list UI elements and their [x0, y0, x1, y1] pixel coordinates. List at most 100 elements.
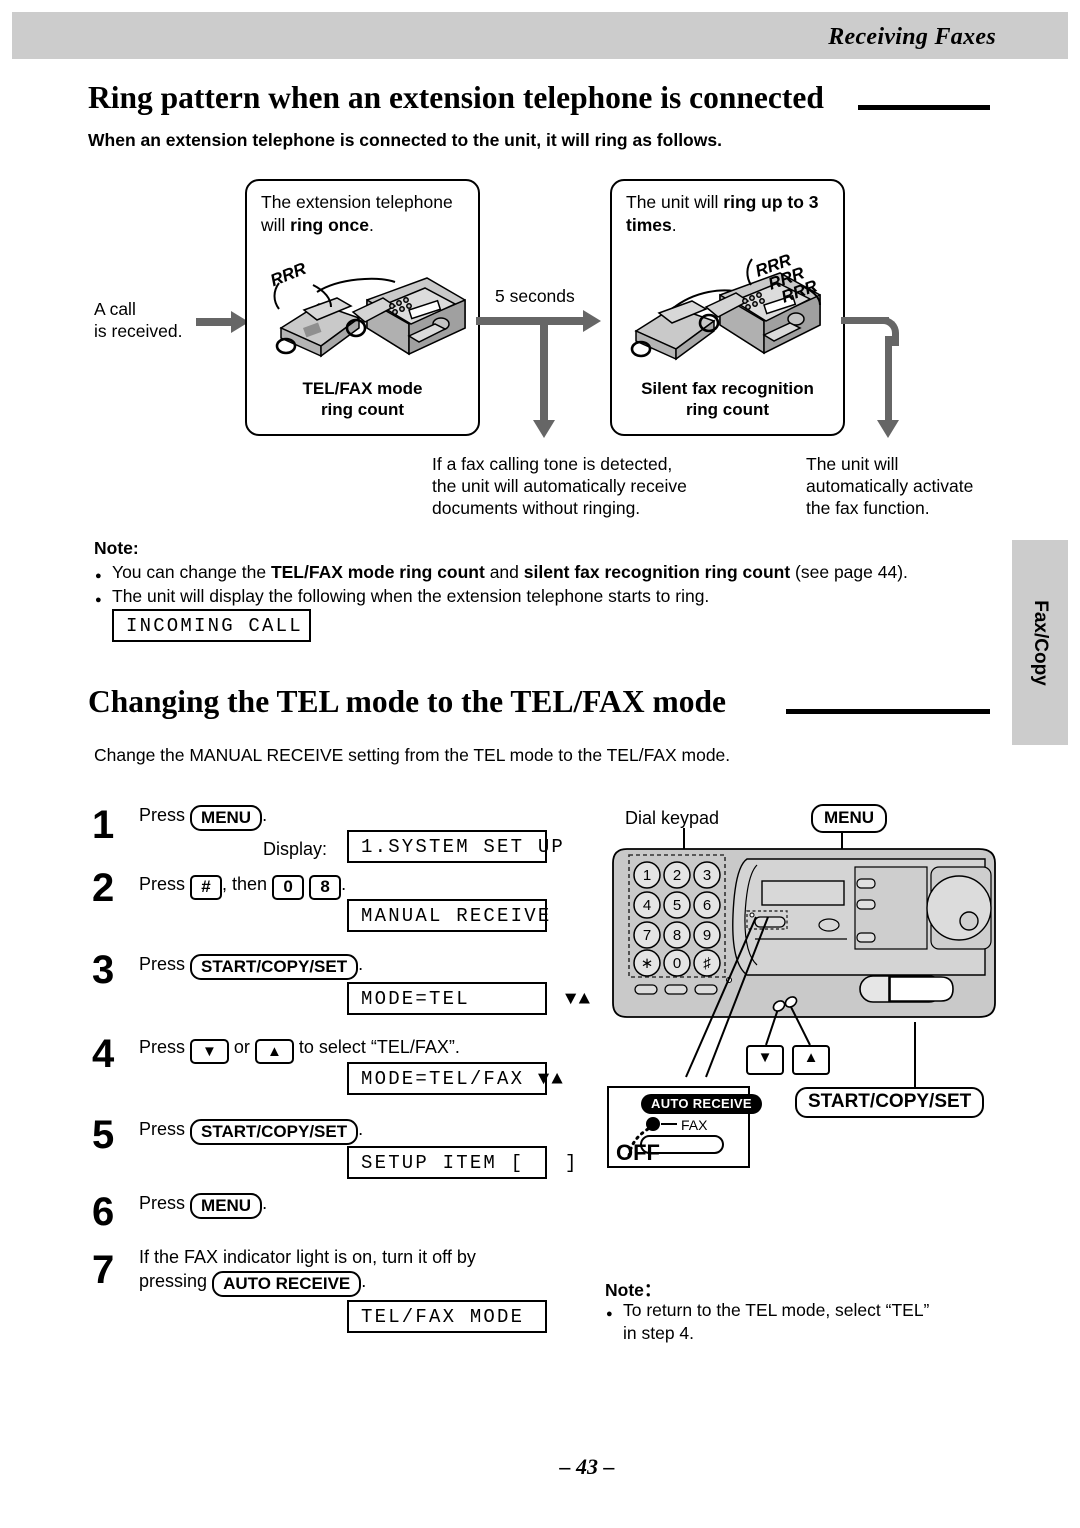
flow-arrow-shaft-down-left	[540, 317, 548, 424]
side-tab-fax-copy: Fax/Copy	[1012, 540, 1068, 745]
box2-caption-pre: The unit will	[626, 192, 724, 212]
note1-pre: You can change the	[112, 562, 271, 582]
menu-key-inline-2[interactable]: MENU	[190, 1193, 263, 1219]
outcome-right-text: The unit will automatically activate the…	[806, 454, 974, 518]
step-7-tail: .	[361, 1271, 367, 1291]
diagram-box-extension-ring: The extension telephone will ring once.	[245, 179, 480, 436]
lcd-step-5: SETUP ITEM [ ]	[347, 1146, 576, 1179]
lcd-step-3: MODE=TEL ▼▲	[347, 982, 590, 1015]
box2-caption-bold2: times	[626, 215, 672, 235]
side-tab-label: Fax/Copy	[1030, 599, 1051, 686]
manual-page: Receiving Faxes Ring pattern when an ext…	[0, 0, 1080, 1528]
step-3-text: Press START/COPY/SET.	[139, 952, 363, 980]
svg-text:6: 6	[703, 897, 711, 914]
section2-heading-rule	[786, 709, 990, 714]
box2-caption-bold1: ring up to 3	[723, 192, 819, 212]
section1-lead: When an extension telephone is connected…	[88, 130, 722, 150]
step-4-tail: to select “TEL/FAX”.	[298, 1037, 460, 1057]
box1-footer-line1: TEL/FAX mode	[302, 379, 423, 398]
step-1-text: Press MENU.	[139, 803, 267, 831]
step-4-press: Press	[139, 1037, 186, 1057]
box1-footer: TEL/FAX mode ring count	[247, 378, 478, 420]
note1-bold1: TEL/FAX mode ring count	[270, 562, 485, 582]
box1-caption-line2a: will	[261, 215, 291, 235]
step-1-tail: .	[262, 805, 268, 825]
step-3-press: Press	[139, 954, 186, 974]
lcd-step-2: MANUAL RECEIVE	[347, 899, 549, 932]
incoming-call-line1: A call	[94, 299, 136, 319]
step-4-text: Press ▼ or ▲ to select “TEL/FAX”.	[139, 1035, 460, 1064]
step-2-tail: .	[341, 874, 347, 894]
step-3-tail: .	[358, 954, 364, 974]
step-7-line1: If the FAX indicator light is on, turn i…	[139, 1247, 476, 1267]
box2-footer-line2: ring count	[685, 400, 770, 419]
step-3-number: 3	[92, 948, 115, 992]
step-1-press: Press	[139, 805, 186, 825]
up-arrow-key-inline[interactable]: ▲	[254, 1039, 294, 1064]
note1-post: (see page 44).	[790, 562, 908, 582]
flow-arrow-head-down-left	[533, 420, 555, 438]
menu-key-inline-1[interactable]: MENU	[190, 805, 263, 831]
start-copy-set-leader	[914, 1022, 916, 1088]
menu-callout[interactable]: MENU	[811, 804, 888, 833]
box2-ring-arcs	[746, 258, 821, 306]
auto-receive-label: AUTO RECEIVE	[641, 1094, 762, 1114]
box1-caption-tail: .	[368, 215, 374, 235]
incoming-call-label: A call is received.	[94, 298, 183, 342]
step-5-number: 5	[92, 1113, 115, 1157]
section2-note-bullet: To return to the TEL mode, select “TEL” …	[606, 1299, 929, 1345]
svg-text:5: 5	[673, 897, 681, 914]
step-4-mid: or	[233, 1037, 250, 1057]
svg-text:1: 1	[643, 867, 651, 884]
start-copy-set-callout[interactable]: START/COPY/SET	[795, 1087, 985, 1118]
svg-text:2: 2	[673, 867, 681, 884]
diagram-box-silent-fax: The unit will ring up to 3 times. RRR RR…	[610, 179, 845, 436]
auto-receive-key-inline[interactable]: AUTO RECEIVE	[212, 1271, 362, 1297]
svg-text:3: 3	[703, 867, 711, 884]
page-number-value: – 43 –	[559, 1454, 615, 1479]
hash-key-inline[interactable]: #	[190, 875, 223, 900]
lcd-step-1: 1.SYSTEM SET UP	[347, 830, 563, 863]
section2-intro: Change the MANUAL RECEIVE setting from t…	[94, 745, 731, 765]
step-2-mid: , then	[222, 874, 268, 894]
fax-indicator-label: FAX	[681, 1117, 708, 1133]
digit-key-0-inline[interactable]: 0	[272, 875, 305, 900]
flow-arrow-head-down-right	[877, 420, 899, 438]
down-arrow-key-callout[interactable]: ▼	[746, 1045, 784, 1075]
down-arrow-key-inline[interactable]: ▼	[190, 1039, 229, 1064]
section1-heading: Ring pattern when an extension telephone…	[88, 80, 824, 115]
running-title: Receiving Faxes	[828, 24, 996, 50]
start-copy-set-key-inline-1[interactable]: START/COPY/SET	[190, 954, 359, 980]
flow-arrow-shaft-down-right	[885, 336, 892, 424]
step-7-text: If the FAX indicator light is on, turn i…	[139, 1245, 476, 1297]
step-6-number: 6	[92, 1190, 115, 1234]
step-6-tail: .	[262, 1193, 268, 1213]
timer-label: 5 seconds	[495, 286, 575, 306]
box2-footer: Silent fax recognition ring count	[612, 378, 843, 420]
note2-text: The unit will display the following when…	[112, 586, 710, 606]
step-6-press: Press	[139, 1193, 186, 1213]
section1-heading-rule	[858, 105, 990, 110]
box2-footer-line1: Silent fax recognition	[641, 379, 814, 398]
digit-key-8-inline[interactable]: 8	[309, 875, 342, 900]
lcd-step-4: MODE=TEL/FAX ▼▲	[347, 1062, 563, 1095]
outcome-left-text: If a fax calling tone is detected, the u…	[432, 454, 687, 518]
section1-note-heading: Note:	[94, 538, 139, 558]
step-4-number: 4	[92, 1032, 115, 1076]
step-5-tail: .	[358, 1119, 364, 1139]
box2-caption-tail: .	[671, 215, 677, 235]
step-7-number: 7	[92, 1248, 115, 1292]
step-2-number: 2	[92, 866, 115, 910]
lcd-incoming-call: INCOMING CALL	[112, 609, 311, 642]
step-7-line2-pre: pressing	[139, 1271, 208, 1291]
note1-mid: and	[484, 562, 524, 582]
incoming-call-line2: is received.	[94, 321, 183, 341]
start-copy-set-key-inline-2[interactable]: START/COPY/SET	[190, 1119, 359, 1145]
box1-caption-bold: ring once	[290, 215, 369, 235]
box1-caption: The extension telephone will ring once.	[261, 191, 468, 237]
svg-text:4: 4	[643, 897, 651, 914]
step-5-press: Press	[139, 1119, 186, 1139]
section1-note-bullet-2: The unit will display the following when…	[95, 585, 710, 612]
arrow-keys-leaders	[765, 996, 811, 1046]
up-arrow-key-callout[interactable]: ▲	[792, 1045, 830, 1075]
